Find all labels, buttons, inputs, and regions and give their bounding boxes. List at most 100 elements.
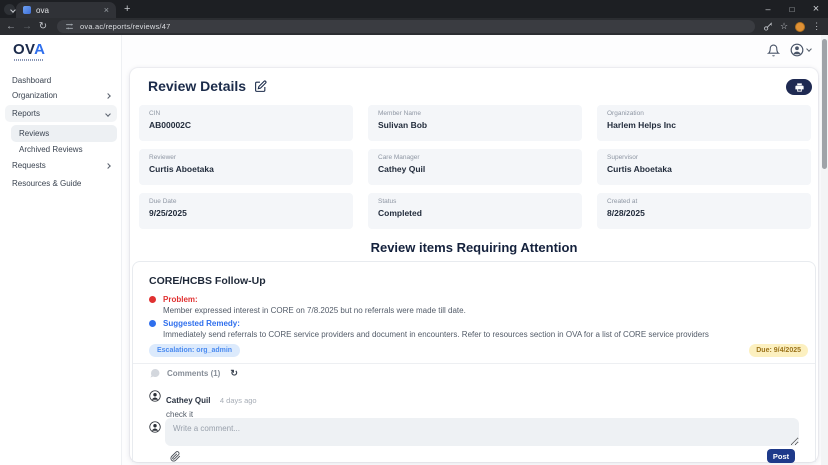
field-label: Member Name — [378, 110, 572, 117]
chevron-down-icon — [806, 46, 812, 52]
sidebar-item-label: Reports — [12, 109, 40, 118]
sidebar-item-requests[interactable]: Requests — [5, 157, 117, 174]
card-title-row: Review Details — [148, 78, 267, 94]
window-controls: – □ × — [756, 0, 828, 18]
field-member-name: Member Name Sulivan Bob — [368, 105, 582, 141]
sidebar-item-label: Organization — [12, 91, 57, 100]
scrollbar-thumb[interactable] — [822, 39, 827, 169]
browser-profile-avatar[interactable] — [795, 22, 805, 32]
tab-close-icon[interactable]: × — [104, 6, 109, 15]
page-title: Review Details — [148, 78, 246, 94]
chevron-right-icon — [105, 93, 111, 99]
sidebar-item-label: Requests — [12, 161, 46, 170]
field-label: Organization — [607, 110, 801, 117]
comments-count-label: Comments (1) — [167, 369, 220, 378]
field-due-date: Due Date9/25/2025 — [139, 193, 353, 229]
comments-divider — [133, 363, 815, 364]
field-label: Care Manager — [378, 154, 572, 161]
comments-header: Comments (1) ↻ — [149, 367, 238, 379]
field-label: Supervisor — [607, 154, 801, 161]
field-created-at: Created at 8/28/2025 — [597, 193, 811, 229]
print-button[interactable] — [786, 79, 812, 95]
problem-alert-icon — [149, 296, 156, 303]
comment-meta: Cathey Quil 4 days ago — [166, 390, 257, 408]
sidebar-item-reviews[interactable]: Reviews — [11, 125, 117, 142]
field-label: Reviewer — [149, 154, 343, 161]
field-value: AB00002C — [149, 120, 343, 130]
user-menu-button[interactable] — [790, 43, 811, 57]
attention-section-heading: Review items Requiring Attention — [130, 240, 818, 255]
sidebar-item-archived-reviews[interactable]: Archived Reviews — [11, 141, 117, 158]
sidebar-item-resources-guide[interactable]: Resources & Guide — [5, 175, 117, 192]
toolbar-right: ☆ ⋮ — [763, 22, 821, 32]
field-label: Status — [378, 198, 572, 205]
main-area: Review Details CIN AB00002C Member Name Su… — [122, 35, 828, 465]
field-value: 8/28/2025 — [607, 208, 801, 218]
comment-item: Cathey Quil 4 days ago check it — [149, 390, 257, 419]
tab-title: ova — [36, 6, 99, 15]
back-button[interactable]: ← — [3, 22, 19, 32]
printer-icon — [794, 82, 805, 93]
comment-author: Cathey Quil — [166, 396, 210, 405]
user-profile-icon — [790, 43, 804, 57]
refresh-button[interactable]: ↻ — [35, 22, 51, 32]
chevron-down-icon — [10, 7, 16, 13]
field-value: Sulivan Bob — [378, 120, 572, 130]
maximize-button[interactable]: □ — [780, 0, 804, 18]
browser-menu-icon[interactable]: ⋮ — [812, 22, 821, 31]
browser-titlebar: ova × + – □ × — [0, 0, 828, 18]
app-logo[interactable]: OVA — [13, 41, 45, 58]
due-date-badge: Due: 9/4/2025 — [749, 344, 808, 357]
field-value: Curtis Aboetaka — [149, 164, 343, 174]
close-button[interactable]: × — [804, 0, 828, 18]
post-button[interactable]: Post — [767, 449, 795, 463]
comment-avatar-icon — [149, 390, 161, 402]
sidebar-item-label: Archived Reviews — [19, 145, 83, 154]
problem-label: Problem: — [163, 295, 198, 304]
field-value: 9/25/2025 — [149, 208, 343, 218]
remedy-text: Immediately send referrals to CORE servi… — [163, 330, 709, 339]
chevron-down-icon — [105, 111, 111, 117]
browser-toolbar: ← → ↻ ova.ac/reports/reviews/47 ☆ ⋮ — [0, 18, 828, 35]
password-key-icon[interactable] — [763, 22, 773, 32]
site-favicon-icon — [23, 6, 31, 14]
page-scrollbar[interactable] — [821, 35, 828, 465]
remedy-info-icon — [149, 320, 156, 327]
problem-row: Problem: — [149, 295, 198, 304]
field-reviewer: Reviewer Curtis Aboetaka — [139, 149, 353, 185]
comment-body: Cathey Quil 4 days ago check it — [166, 390, 257, 419]
forward-button[interactable]: → — [19, 22, 35, 32]
speech-bubble-icon — [149, 367, 161, 379]
address-bar[interactable]: ova.ac/reports/reviews/47 — [57, 20, 755, 33]
remedy-label: Suggested Remedy: — [163, 319, 240, 328]
site-settings-tune-icon — [65, 22, 74, 31]
field-label: CIN — [149, 110, 343, 117]
refresh-comments-button[interactable]: ↻ — [230, 369, 238, 378]
minimize-button[interactable]: – — [756, 0, 780, 18]
paperclip-icon — [170, 451, 181, 462]
screen: ova × + – □ × ← → ↻ ova.ac/reports/revie… — [0, 0, 828, 465]
attach-file-button[interactable] — [170, 449, 181, 465]
chevron-right-icon — [105, 163, 111, 169]
field-label: Created at — [607, 198, 801, 205]
problem-text: Member expressed interest in CORE on 7/8… — [163, 306, 466, 315]
field-status: StatusCompleted — [368, 193, 582, 229]
edit-pencil-icon[interactable] — [254, 80, 267, 93]
detail-fields-grid: CIN AB00002C Member Name Sulivan Bob Organ… — [139, 105, 811, 229]
current-user-avatar-icon — [149, 420, 161, 438]
new-tab-button[interactable]: + — [124, 3, 130, 15]
notification-bell-button[interactable] — [767, 44, 780, 62]
field-value: Cathey Quil — [378, 164, 572, 174]
field-organization: OrganizationHarlem Helps Inc — [597, 105, 811, 141]
logo-tagline — [14, 59, 44, 61]
sidebar-item-organization[interactable]: Organization — [5, 87, 117, 104]
bookmark-star-icon[interactable]: ☆ — [780, 22, 788, 31]
sidebar-item-reports[interactable]: Reports — [5, 105, 117, 122]
app-window: OVA Dashboard Organization Reports Revie… — [0, 35, 828, 465]
field-value: Curtis Aboetaka — [607, 164, 801, 174]
tab-search-button[interactable] — [4, 4, 15, 15]
comment-input[interactable] — [165, 418, 799, 446]
sidebar-item-label: Resources & Guide — [12, 179, 81, 188]
logo-text-primary: OV — [13, 41, 34, 58]
browser-tab[interactable]: ova × — [16, 2, 116, 18]
